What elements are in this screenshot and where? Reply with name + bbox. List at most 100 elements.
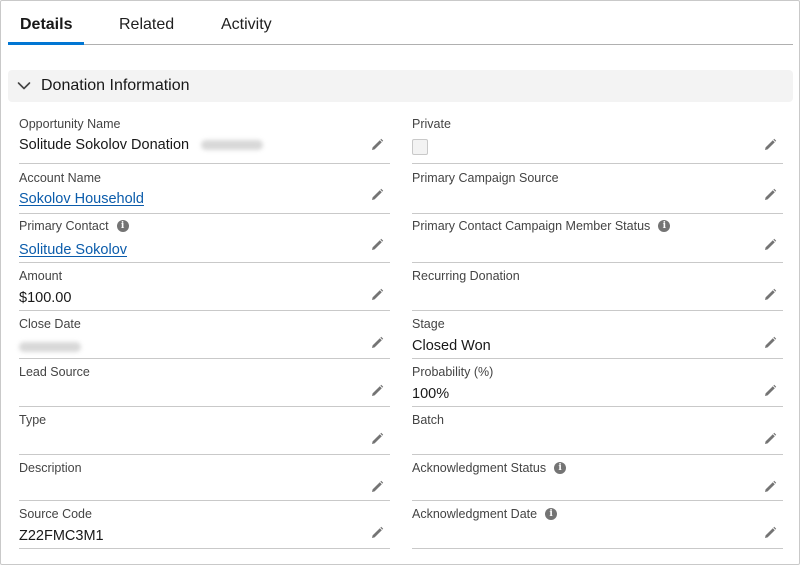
source-code-value: Z22FMC3M1 [19,528,104,544]
field-label: Source Code [19,507,92,521]
probability-value: 100% [412,386,450,402]
pencil-icon[interactable] [763,238,777,252]
field-divider [19,454,390,455]
tab-activity[interactable]: Activity [221,16,272,34]
field-divider [19,358,390,359]
field-value [19,339,81,355]
field-divider [19,500,390,501]
field-lead-source: Lead Source [19,365,390,407]
field-stage: Stage Closed Won [412,317,783,359]
field-private: Private [412,117,783,164]
pencil-icon[interactable] [763,432,777,446]
pencil-icon[interactable] [370,138,384,152]
field-label: Lead Source [19,365,90,379]
field-divider [412,262,783,263]
field-label: Probability (%) [412,365,494,379]
field-batch: Batch [412,413,783,455]
pencil-icon[interactable] [370,526,384,540]
tab-bar: Details Related Activity [1,1,799,46]
pencil-icon[interactable] [763,526,777,540]
pencil-icon[interactable] [763,384,777,398]
pencil-icon[interactable] [370,288,384,302]
chevron-down-icon [17,82,31,90]
field-divider [412,500,783,501]
field-value: Solitude Sokolov Donation [19,137,264,153]
field-label: Private [412,117,451,131]
field-account-name: Account Name Sokolov Household [19,171,390,214]
field-acknowledgment-status: Acknowledgment Status i [412,461,783,501]
redacted-value [201,140,264,151]
pencil-icon[interactable] [763,336,777,350]
info-icon[interactable]: i [658,220,671,232]
field-divider [19,262,390,263]
info-icon[interactable]: i [545,508,558,520]
field-primary-contact-campaign-member-status: Primary Contact Campaign Member Status i [412,219,783,263]
field-label: Primary Campaign Source [412,171,559,185]
private-checkbox[interactable] [412,139,428,155]
field-acknowledgment-date: Acknowledgment Date i [412,507,783,549]
field-label: Type [19,413,47,427]
field-label-wrap: Acknowledgment Status i [412,461,567,475]
pencil-icon[interactable] [370,336,384,350]
field-opportunity-name: Opportunity Name Solitude Sokolov Donati… [19,117,390,164]
info-icon[interactable]: i [554,462,567,474]
section-header-donation-information[interactable]: Donation Information [8,70,793,102]
field-divider [19,310,390,311]
field-recurring-donation: Recurring Donation [412,269,783,311]
field-label-wrap: Acknowledgment Date i [412,507,558,521]
field-label: Acknowledgment Date [412,507,538,521]
field-label: Batch [412,413,444,427]
pencil-icon[interactable] [370,188,384,202]
field-label-wrap: Primary Contact Campaign Member Status i [412,219,671,233]
field-probability: Probability (%) 100% [412,365,783,407]
section-title: Donation Information [41,77,190,94]
field-divider [19,548,390,549]
pencil-icon[interactable] [763,188,777,202]
account-name-link[interactable]: Sokolov Household [19,191,144,207]
opportunity-name-text: Solitude Sokolov Donation [19,137,190,153]
field-label: Close Date [19,317,81,331]
field-divider [412,358,783,359]
field-label: Primary Contact [19,219,109,233]
pencil-icon[interactable] [370,238,384,252]
field-label: Stage [412,317,445,331]
field-divider [19,163,390,164]
field-divider [412,454,783,455]
field-divider [412,310,783,311]
field-divider [412,213,783,214]
field-divider [19,213,390,214]
tab-related[interactable]: Related [119,16,174,34]
field-primary-campaign-source: Primary Campaign Source [412,171,783,214]
field-divider [412,406,783,407]
pencil-icon[interactable] [370,480,384,494]
field-label: Amount [19,269,63,283]
field-type: Type [19,413,390,455]
field-source-code: Source Code Z22FMC3M1 [19,507,390,549]
field-divider [412,163,783,164]
pencil-icon[interactable] [370,384,384,398]
stage-value: Closed Won [412,338,491,354]
field-label: Primary Contact Campaign Member Status [412,219,651,233]
field-primary-contact: Primary Contact i Solitude Sokolov [19,219,390,263]
primary-contact-link[interactable]: Solitude Sokolov [19,242,127,258]
pencil-icon[interactable] [763,480,777,494]
field-amount: Amount $100.00 [19,269,390,311]
field-label-wrap: Primary Contact i [19,219,129,233]
field-close-date: Close Date [19,317,390,359]
pencil-icon[interactable] [763,138,777,152]
field-label: Recurring Donation [412,269,520,283]
redacted-value [19,342,81,353]
info-icon[interactable]: i [116,220,129,232]
field-divider [19,406,390,407]
field-label: Opportunity Name [19,117,121,131]
field-divider [412,548,783,549]
field-label: Acknowledgment Status [412,461,547,475]
record-detail-panel: Details Related Activity Donation Inform… [0,0,800,565]
field-label: Account Name [19,171,101,185]
amount-value: $100.00 [19,290,72,306]
active-tab-indicator [8,42,84,45]
field-description: Description [19,461,390,501]
pencil-icon[interactable] [763,288,777,302]
pencil-icon[interactable] [370,432,384,446]
tab-details[interactable]: Details [20,16,72,34]
